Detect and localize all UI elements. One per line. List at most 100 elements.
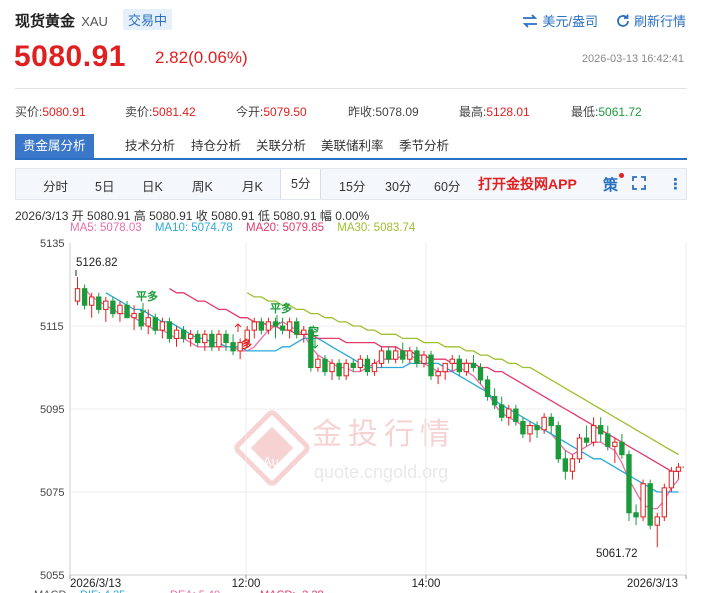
candle-body <box>385 350 392 360</box>
candle-body <box>74 288 81 302</box>
candle-body <box>294 321 300 335</box>
candle-body <box>343 362 349 377</box>
candle-body <box>88 296 95 306</box>
x-tick-label: 14:00 <box>412 578 441 590</box>
signal-label: 空 <box>308 324 319 338</box>
candle-body <box>180 329 187 339</box>
macd-label: DEA: 5.40 <box>170 589 220 593</box>
candle-body <box>449 358 455 364</box>
candle-body <box>371 362 378 373</box>
candle-body <box>138 313 144 327</box>
signal-label: 平多 <box>270 301 292 315</box>
signal-arrow <box>139 303 147 314</box>
candle-body <box>357 358 364 369</box>
candlestick-chart[interactable]: Au 金投行情 quote.cngold.org 5126.82 5061.72 平… <box>0 0 702 593</box>
watermark-url: quote.cngold.org <box>314 462 448 482</box>
candle-body <box>569 458 576 472</box>
candle-body <box>336 362 342 377</box>
candle-body <box>159 321 166 331</box>
candle-body <box>470 362 477 369</box>
macd-label: DIF: 4.25 <box>80 589 125 593</box>
candle-body <box>364 358 371 373</box>
y-tick-label: 5075 <box>40 487 64 499</box>
candle-body <box>265 321 272 331</box>
y-tick-label: 5135 <box>40 238 64 250</box>
candle-body <box>534 425 540 431</box>
candle-body <box>605 433 611 447</box>
candle-body <box>590 425 597 443</box>
candle-body <box>202 333 208 344</box>
candle-body <box>619 441 625 456</box>
candle-body <box>329 362 335 373</box>
y-tick-label: 5095 <box>40 404 64 416</box>
candle-body <box>548 416 554 427</box>
candle-body <box>626 454 632 514</box>
watermark-name: 金投行情 <box>312 418 456 451</box>
candle-body <box>103 300 109 310</box>
candle-body <box>124 304 130 319</box>
candle-body <box>598 425 604 435</box>
candle-body <box>286 321 293 331</box>
candle-body <box>428 354 434 377</box>
candle-body <box>661 487 668 518</box>
candle-body <box>520 420 526 435</box>
candle-body <box>166 321 173 339</box>
candle-body <box>209 333 215 348</box>
candle-body <box>506 408 512 418</box>
candle-body <box>216 333 222 348</box>
candle-body <box>392 350 399 360</box>
candle-body <box>400 350 406 360</box>
y-tick-label: 5055 <box>40 570 64 582</box>
candle-body <box>152 317 158 331</box>
candle-body <box>491 396 498 406</box>
candle-body <box>258 321 265 331</box>
candle-body <box>499 404 505 418</box>
candle-body <box>421 354 427 364</box>
candle-body <box>322 358 328 373</box>
candle-body <box>435 371 441 377</box>
candle-body <box>378 350 385 364</box>
candle-body <box>527 425 533 435</box>
signal-label: 平多 <box>136 289 158 303</box>
candle-body <box>513 408 519 422</box>
candle-body <box>350 362 356 369</box>
candle-body <box>96 296 102 310</box>
candle-body <box>251 321 257 331</box>
candle-body <box>583 437 590 443</box>
low-label: 5061.72 <box>596 548 638 560</box>
candle-body <box>173 329 180 339</box>
candle-body <box>315 358 321 369</box>
candle-body <box>223 333 229 344</box>
candle-body <box>81 288 88 306</box>
macd-label: MACD: -2.28 <box>260 589 324 593</box>
candle-body <box>562 458 569 472</box>
x-tick-label: 12:00 <box>232 578 261 590</box>
candle-body <box>442 362 448 373</box>
candle-body <box>301 329 307 335</box>
candle-body <box>576 437 583 460</box>
candle-body <box>131 313 137 319</box>
signal-label: 多 <box>241 337 252 351</box>
macd-label: MACD <box>34 589 66 593</box>
candle-body <box>110 300 116 315</box>
candle-body <box>456 358 462 373</box>
watermark: Au 金投行情 quote.cngold.org <box>234 410 456 486</box>
candle-body <box>414 350 420 364</box>
candle-body <box>463 362 470 373</box>
y-tick-label: 5115 <box>40 321 64 333</box>
candle-body <box>484 379 491 398</box>
high-label: 5126.82 <box>76 257 118 269</box>
candle-body <box>675 466 682 472</box>
chart-grid <box>69 243 687 576</box>
candle-body <box>612 441 618 447</box>
candle-body <box>117 304 123 315</box>
x-tick-label: 2026/3/13 <box>627 578 678 590</box>
candle-body <box>541 416 547 431</box>
candle-body <box>647 483 653 526</box>
watermark-logo-text: Au <box>263 454 279 469</box>
candle-body <box>407 350 413 360</box>
candle-body <box>195 333 201 344</box>
candle-body <box>477 367 484 381</box>
candle-body <box>145 317 151 327</box>
candle-body <box>230 342 236 352</box>
